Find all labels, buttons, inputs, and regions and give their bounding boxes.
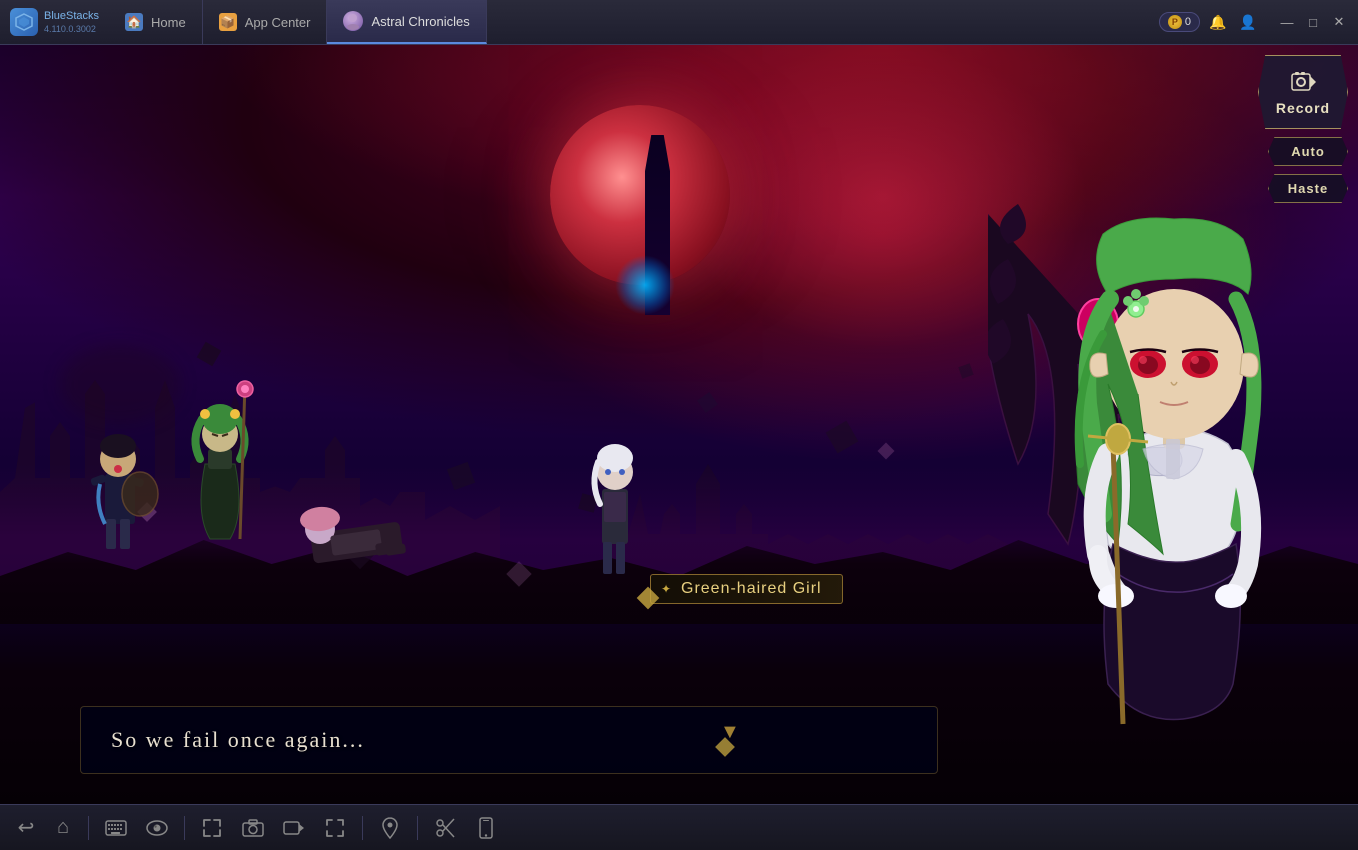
eye-button[interactable] [139,810,175,846]
appcenter-tab-icon: 📦 [219,13,237,31]
coin-icon: P [1168,15,1182,29]
close-button[interactable]: ✕ [1328,11,1350,33]
app-name-label: BlueStacks [44,10,99,23]
game-container[interactable]: Record Auto Haste Green-haired Girl So w… [0,45,1358,804]
keyboard-button[interactable] [98,810,134,846]
character-3 [299,505,406,563]
eye-icon [146,820,168,836]
tab-game[interactable]: Astral Chronicles [327,0,486,44]
character-4 [594,444,633,574]
home-nav-button[interactable]: ⌂ [47,812,79,844]
record-taskbar-button[interactable] [276,810,312,846]
fullscreen-button[interactable] [317,810,353,846]
app-version-label: 4.110.0.3002 [44,24,99,34]
character-1 [90,434,158,549]
phone-icon [479,817,493,839]
camera-button[interactable] [235,810,271,846]
floating-object [615,255,675,315]
game-tab-label: Astral Chronicles [371,14,469,29]
location-button[interactable] [372,810,408,846]
location-icon [382,817,398,839]
taskbar-separator-4 [417,816,418,840]
fullscreen-icon [324,817,346,839]
taskbar: ↩ ⌂ [0,804,1358,850]
taskbar-separator-1 [88,816,89,840]
keyboard-icon [105,819,127,837]
record-label: Record [1276,100,1330,116]
record-icon [1289,68,1317,96]
tab-bar: 🏠 Home 📦 App Center Astral Chronicles [109,0,1151,44]
record-button[interactable]: Record [1258,55,1348,129]
character-2 [195,381,253,539]
user-icon[interactable]: 👤 [1236,10,1260,34]
bluestacks-name: BlueStacks 4.110.0.3002 [44,10,99,33]
record-taskbar-icon [283,819,305,837]
home-tab-icon: 🏠 [125,13,143,31]
resize-icon [201,817,223,839]
tab-appcenter[interactable]: 📦 App Center [203,0,328,44]
title-bar: BlueStacks 4.110.0.3002 🏠 Home 📦 App Cen… [0,0,1358,45]
coin-count: 0 [1185,16,1191,28]
resize-button[interactable] [194,810,230,846]
minimize-button[interactable]: — [1276,11,1298,33]
back-button[interactable]: ↩ [10,812,42,844]
dialogue-box[interactable]: So we fail once again... [80,706,938,774]
scissors-button[interactable] [427,810,463,846]
coin-badge: P 0 [1159,12,1200,32]
game-ui-overlay: Record Auto Haste [1258,55,1348,203]
title-extras: P 0 🔔 👤 [1151,10,1268,34]
taskbar-separator-2 [184,816,185,840]
haste-button[interactable]: Haste [1268,174,1348,203]
auto-button[interactable]: Auto [1268,137,1348,166]
appcenter-tab-label: App Center [245,15,311,30]
bluestacks-icon [10,8,38,36]
haste-label: Haste [1288,181,1328,196]
scissors-icon [434,817,456,839]
window-controls: — □ ✕ [1268,11,1358,33]
speaker-tag: Green-haired Girl [650,574,843,604]
tab-home[interactable]: 🏠 Home [109,0,203,44]
game-tab-icon [343,11,363,31]
speaker-name: Green-haired Girl [681,580,822,598]
taskbar-separator-3 [362,816,363,840]
notification-icon[interactable]: 🔔 [1206,10,1230,34]
large-right-character [988,164,1328,764]
auto-label: Auto [1291,144,1325,159]
dialogue-text: So we fail once again... [111,727,365,752]
phone-button[interactable] [468,810,504,846]
camera-icon [242,819,264,837]
maximize-button[interactable]: □ [1302,11,1324,33]
bluestacks-logo: BlueStacks 4.110.0.3002 [0,8,109,36]
home-tab-label: Home [151,15,186,30]
